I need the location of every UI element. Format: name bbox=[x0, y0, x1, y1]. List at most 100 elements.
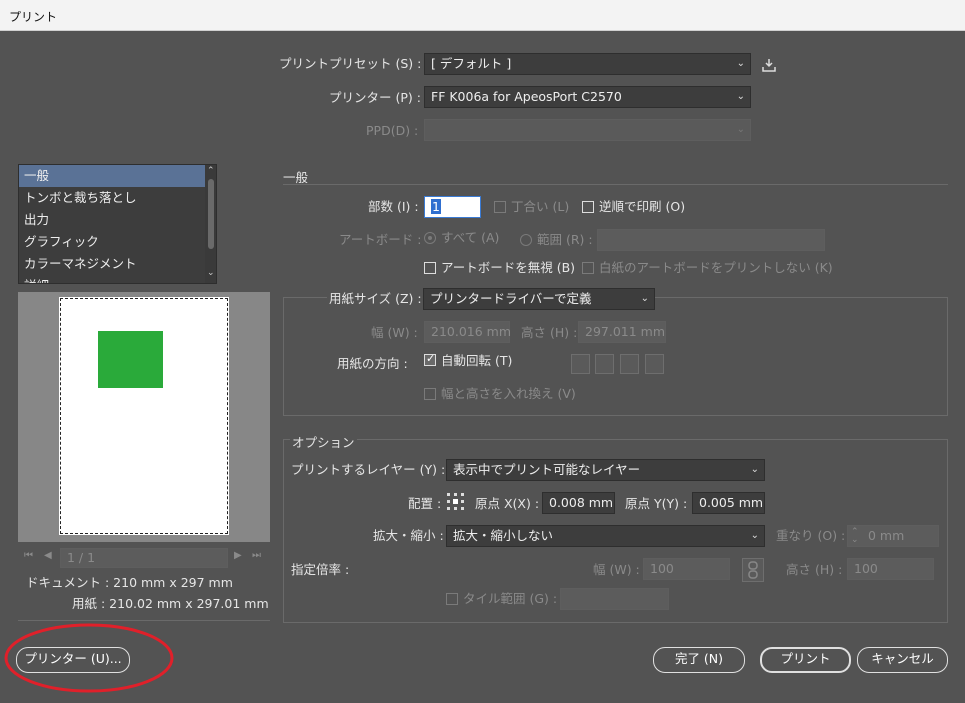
chevron-down-icon: ⌄ bbox=[736, 91, 745, 102]
tile-range-label: タイル範囲 (G) : bbox=[463, 591, 558, 606]
printer-select[interactable]: FF K006a for ApeosPort C2570 ⌄ bbox=[424, 86, 751, 108]
page-navigation: ⏮ ◀ 1 / 1 ▶ ⏭ bbox=[18, 548, 270, 568]
title-bar: プリント bbox=[0, 0, 965, 31]
link-icon[interactable] bbox=[742, 558, 764, 582]
paper-size-label: 用紙サイズ (Z) : bbox=[327, 291, 424, 307]
portrait-icon[interactable] bbox=[571, 354, 590, 374]
origin-y-input[interactable]: 0.005 mm bbox=[692, 492, 765, 514]
printer-label: プリンター (P) : bbox=[329, 90, 421, 105]
overlap-input[interactable]: 0 mm bbox=[847, 525, 939, 547]
done-button[interactable]: 完了 (N) bbox=[653, 647, 745, 673]
collate-label: 丁合い (L) bbox=[511, 199, 570, 214]
scale-label: 拡大・縮小 : bbox=[373, 528, 444, 543]
artboard-range-radio[interactable] bbox=[520, 234, 532, 246]
next-page-icon[interactable]: ▶ bbox=[234, 550, 242, 561]
document-size: ドキュメント : 210 mm x 297 mm bbox=[26, 575, 233, 590]
artboard-all-radio[interactable] bbox=[424, 232, 436, 244]
print-button[interactable]: プリント bbox=[760, 647, 851, 673]
preset-value: [ デフォルト ] bbox=[431, 56, 512, 71]
prev-page-icon[interactable]: ◀ bbox=[44, 550, 52, 561]
origin-x-input[interactable]: 0.008 mm bbox=[542, 492, 615, 514]
artboard-label: アートボード : bbox=[339, 232, 422, 247]
preset-select[interactable]: [ デフォルト ] ⌄ bbox=[424, 53, 751, 75]
artboard-all-label: すべて (A) bbox=[441, 230, 500, 245]
paper-size-select[interactable]: プリンタードライバーで定義 ⌄ bbox=[423, 288, 655, 310]
highlight-annotation bbox=[4, 623, 174, 693]
scale-width-input[interactable]: 100 bbox=[643, 558, 730, 580]
skip-blank-checkbox[interactable] bbox=[582, 262, 594, 274]
reverse-order-label: 逆順で印刷 (O) bbox=[599, 199, 686, 214]
preview-artwork bbox=[98, 331, 163, 388]
scale-value: 拡大・縮小しない bbox=[453, 528, 554, 543]
layers-value: 表示中でプリント可能なレイヤー bbox=[453, 462, 641, 477]
first-page-icon[interactable]: ⏮ bbox=[24, 550, 33, 561]
origin-y-label: 原点 Y(Y) : bbox=[625, 496, 688, 511]
tile-range-checkbox[interactable] bbox=[446, 593, 458, 605]
sidebar-item-color-management[interactable]: カラーマネジメント bbox=[19, 253, 216, 275]
stepper-icon[interactable]: ⌃ ⌄ bbox=[851, 528, 859, 545]
swap-dimensions-label: 幅と高さを入れ換え (V) bbox=[441, 386, 576, 401]
placement-origin-icon[interactable] bbox=[446, 492, 465, 511]
section-title-options: オプション bbox=[290, 432, 357, 451]
sidebar-item-output[interactable]: 出力 bbox=[19, 209, 216, 231]
auto-rotate-label: 自動回転 (T) bbox=[441, 353, 513, 368]
window-title: プリント bbox=[9, 10, 58, 24]
paper-size-value: プリンタードライバーで定義 bbox=[430, 291, 592, 306]
scale-height-label: 高さ (H) : bbox=[786, 562, 843, 577]
cancel-button[interactable]: キャンセル bbox=[857, 647, 948, 673]
paper-size-info: 用紙 : 210.02 mm x 297.01 mm bbox=[72, 596, 269, 611]
ppd-select[interactable]: ⌄ bbox=[424, 119, 751, 141]
artboard-range-label: 範囲 (R) : bbox=[537, 232, 593, 247]
scale-height-input[interactable]: 100 bbox=[847, 558, 934, 580]
save-preset-icon[interactable] bbox=[761, 57, 779, 73]
scroll-thumb[interactable] bbox=[208, 179, 214, 249]
copies-input[interactable]: 1 bbox=[424, 196, 481, 218]
sidebar-item-marks-bleed[interactable]: トンボと裁ち落とし bbox=[19, 187, 216, 209]
paper-height-input[interactable]: 297.011 mm bbox=[578, 321, 666, 343]
orientation-label: 用紙の方向 : bbox=[337, 356, 408, 371]
paper-height-label: 高さ (H) : bbox=[521, 325, 578, 340]
chevron-down-icon: ⌄ bbox=[750, 464, 759, 475]
last-page-icon[interactable]: ⏭ bbox=[252, 550, 261, 561]
tile-range-input[interactable] bbox=[560, 588, 669, 610]
scroll-up-icon[interactable]: ⌃ bbox=[207, 166, 215, 176]
overlap-label: 重なり (O) : bbox=[776, 528, 846, 543]
sidebar-item-advanced[interactable]: 詳細 bbox=[19, 275, 216, 283]
reverse-order-checkbox[interactable] bbox=[582, 201, 594, 213]
portrait-flipped-icon[interactable] bbox=[620, 354, 639, 374]
paper-width-input[interactable]: 210.016 mm bbox=[424, 321, 511, 343]
ignore-artboards-label: アートボードを無視 (B) bbox=[441, 260, 576, 275]
landscape-icon[interactable] bbox=[595, 354, 614, 374]
origin-x-label: 原点 X(X) : bbox=[475, 496, 540, 511]
placement-label: 配置 : bbox=[408, 496, 442, 511]
skip-blank-label: 白紙のアートボードをプリントしない (K) bbox=[599, 260, 833, 275]
printer-value: FF K006a for ApeosPort C2570 bbox=[431, 89, 622, 104]
collate-checkbox[interactable] bbox=[494, 201, 506, 213]
chevron-down-icon: ⌄ bbox=[736, 124, 745, 135]
scale-select[interactable]: 拡大・縮小しない ⌄ bbox=[446, 525, 765, 547]
print-preview[interactable] bbox=[18, 292, 270, 542]
scroll-down-icon[interactable]: ⌄ bbox=[207, 268, 215, 278]
ppd-label: PPD(D) : bbox=[366, 123, 419, 138]
auto-rotate-checkbox[interactable] bbox=[424, 352, 436, 366]
chevron-down-icon: ⌄ bbox=[640, 293, 649, 304]
ignore-artboards-checkbox[interactable] bbox=[424, 262, 436, 274]
layers-label: プリントするレイヤー (Y) : bbox=[291, 462, 446, 477]
copies-value: 1 bbox=[431, 199, 441, 214]
sidebar-item-graphics[interactable]: グラフィック bbox=[19, 231, 216, 253]
swap-dimensions-checkbox[interactable] bbox=[424, 388, 436, 400]
sidebar-item-general[interactable]: 一般 bbox=[19, 165, 205, 187]
custom-scale-label: 指定倍率 : bbox=[291, 562, 350, 577]
paper-width-label: 幅 (W) : bbox=[371, 325, 418, 340]
artboard-range-input[interactable] bbox=[597, 229, 825, 251]
category-list[interactable]: 一般 トンボと裁ち落とし 出力 グラフィック カラーマネジメント 詳細 ⌃ ⌄ bbox=[18, 164, 217, 284]
chevron-down-icon: ⌄ bbox=[736, 58, 745, 69]
preset-label: プリントプリセット (S) : bbox=[279, 56, 422, 71]
divider bbox=[283, 184, 948, 185]
landscape-flipped-icon[interactable] bbox=[645, 354, 664, 374]
list-scrollbar[interactable]: ⌃ ⌄ bbox=[205, 165, 216, 283]
layers-select[interactable]: 表示中でプリント可能なレイヤー ⌄ bbox=[446, 459, 765, 481]
preview-page bbox=[59, 297, 229, 535]
copies-label: 部数 (I) : bbox=[368, 199, 419, 214]
chevron-down-icon: ⌄ bbox=[750, 530, 759, 541]
